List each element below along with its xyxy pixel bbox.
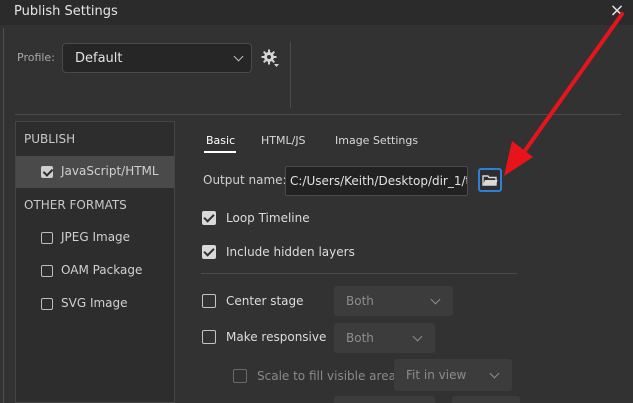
checkbox-icon[interactable] [202,245,216,259]
make-responsive-dropdown[interactable]: Both [334,323,435,353]
profile-value: Default [75,51,123,66]
checkbox-icon[interactable] [41,232,53,244]
output-name-value: C:/Users/Keith/Desktop/dir_1/t [290,174,468,188]
active-tab-indicator [204,151,236,153]
output-name-label: Output name: [203,173,287,187]
window-title: Publish Settings [14,4,118,19]
checkbox-icon[interactable] [202,211,216,225]
center-stage-option[interactable]: Center stage [202,292,332,312]
format-item-label: JavaScript/HTML [61,164,159,178]
chevron-down-icon [233,51,244,62]
options-divider [201,273,517,274]
chevron-down-icon [412,331,423,342]
center-stage-dropdown[interactable]: Both [334,286,453,316]
center-stage-dropdown-value: Both [346,294,374,308]
scale-to-fill-label: Scale to fill visible area [257,369,396,383]
header-divider [15,114,621,115]
checkbox-icon[interactable] [41,265,53,277]
make-responsive-dropdown-value: Both [346,331,374,345]
scale-to-fill-dropdown-value: Fit in view [406,368,467,382]
chevron-down-icon [489,368,500,379]
tab-image-settings[interactable]: Image Settings [335,134,418,147]
tab-basic[interactable]: Basic [206,134,235,147]
format-list-panel: PUBLISH JavaScript/HTML OTHER FORMATS JP… [15,121,175,403]
tab-html-js[interactable]: HTML/JS [261,134,306,147]
publish-heading: PUBLISH [24,132,76,146]
include-hidden-layers-option[interactable]: Include hidden layers [202,243,402,263]
center-stage-label: Center stage [226,294,304,308]
loop-timeline-label: Loop Timeline [226,211,310,225]
toolbar-divider [290,42,291,108]
partial-dropdown[interactable] [452,396,520,403]
make-responsive-option[interactable]: Make responsive [202,328,332,348]
checkbox-icon[interactable] [202,330,216,344]
format-item-oam[interactable]: OAM Package [16,255,174,287]
partial-dropdown[interactable] [334,396,435,403]
close-icon[interactable]: × [608,2,626,20]
format-item-jpeg[interactable]: JPEG Image [16,222,174,254]
checkbox-icon[interactable] [41,166,53,178]
format-item-label: JPEG Image [61,230,131,244]
loop-timeline-option[interactable]: Loop Timeline [202,209,402,229]
profile-select[interactable]: Default [62,43,252,73]
format-item-svg[interactable]: SVG Image [16,288,174,320]
other-formats-heading: OTHER FORMATS [24,198,127,212]
format-item-label: SVG Image [61,296,128,310]
chevron-down-icon [430,294,441,305]
output-name-input[interactable]: C:/Users/Keith/Desktop/dir_1/t [285,166,468,196]
folder-icon [482,175,498,186]
checkbox-icon[interactable] [41,298,53,310]
format-item-javascript-html[interactable]: JavaScript/HTML [16,156,174,188]
format-item-label: OAM Package [61,263,143,277]
scale-to-fill-dropdown[interactable]: Fit in view [394,359,512,391]
browse-folder-button[interactable] [478,168,502,192]
checkbox-icon[interactable] [233,369,247,383]
window-edge [3,28,4,403]
checkbox-icon[interactable] [202,294,216,308]
include-hidden-layers-label: Include hidden layers [226,245,355,259]
make-responsive-label: Make responsive [226,330,327,344]
profile-label: Profile: [17,51,55,64]
scale-to-fill-option[interactable]: Scale to fill visible area [233,367,396,387]
gear-icon[interactable] [260,48,280,68]
